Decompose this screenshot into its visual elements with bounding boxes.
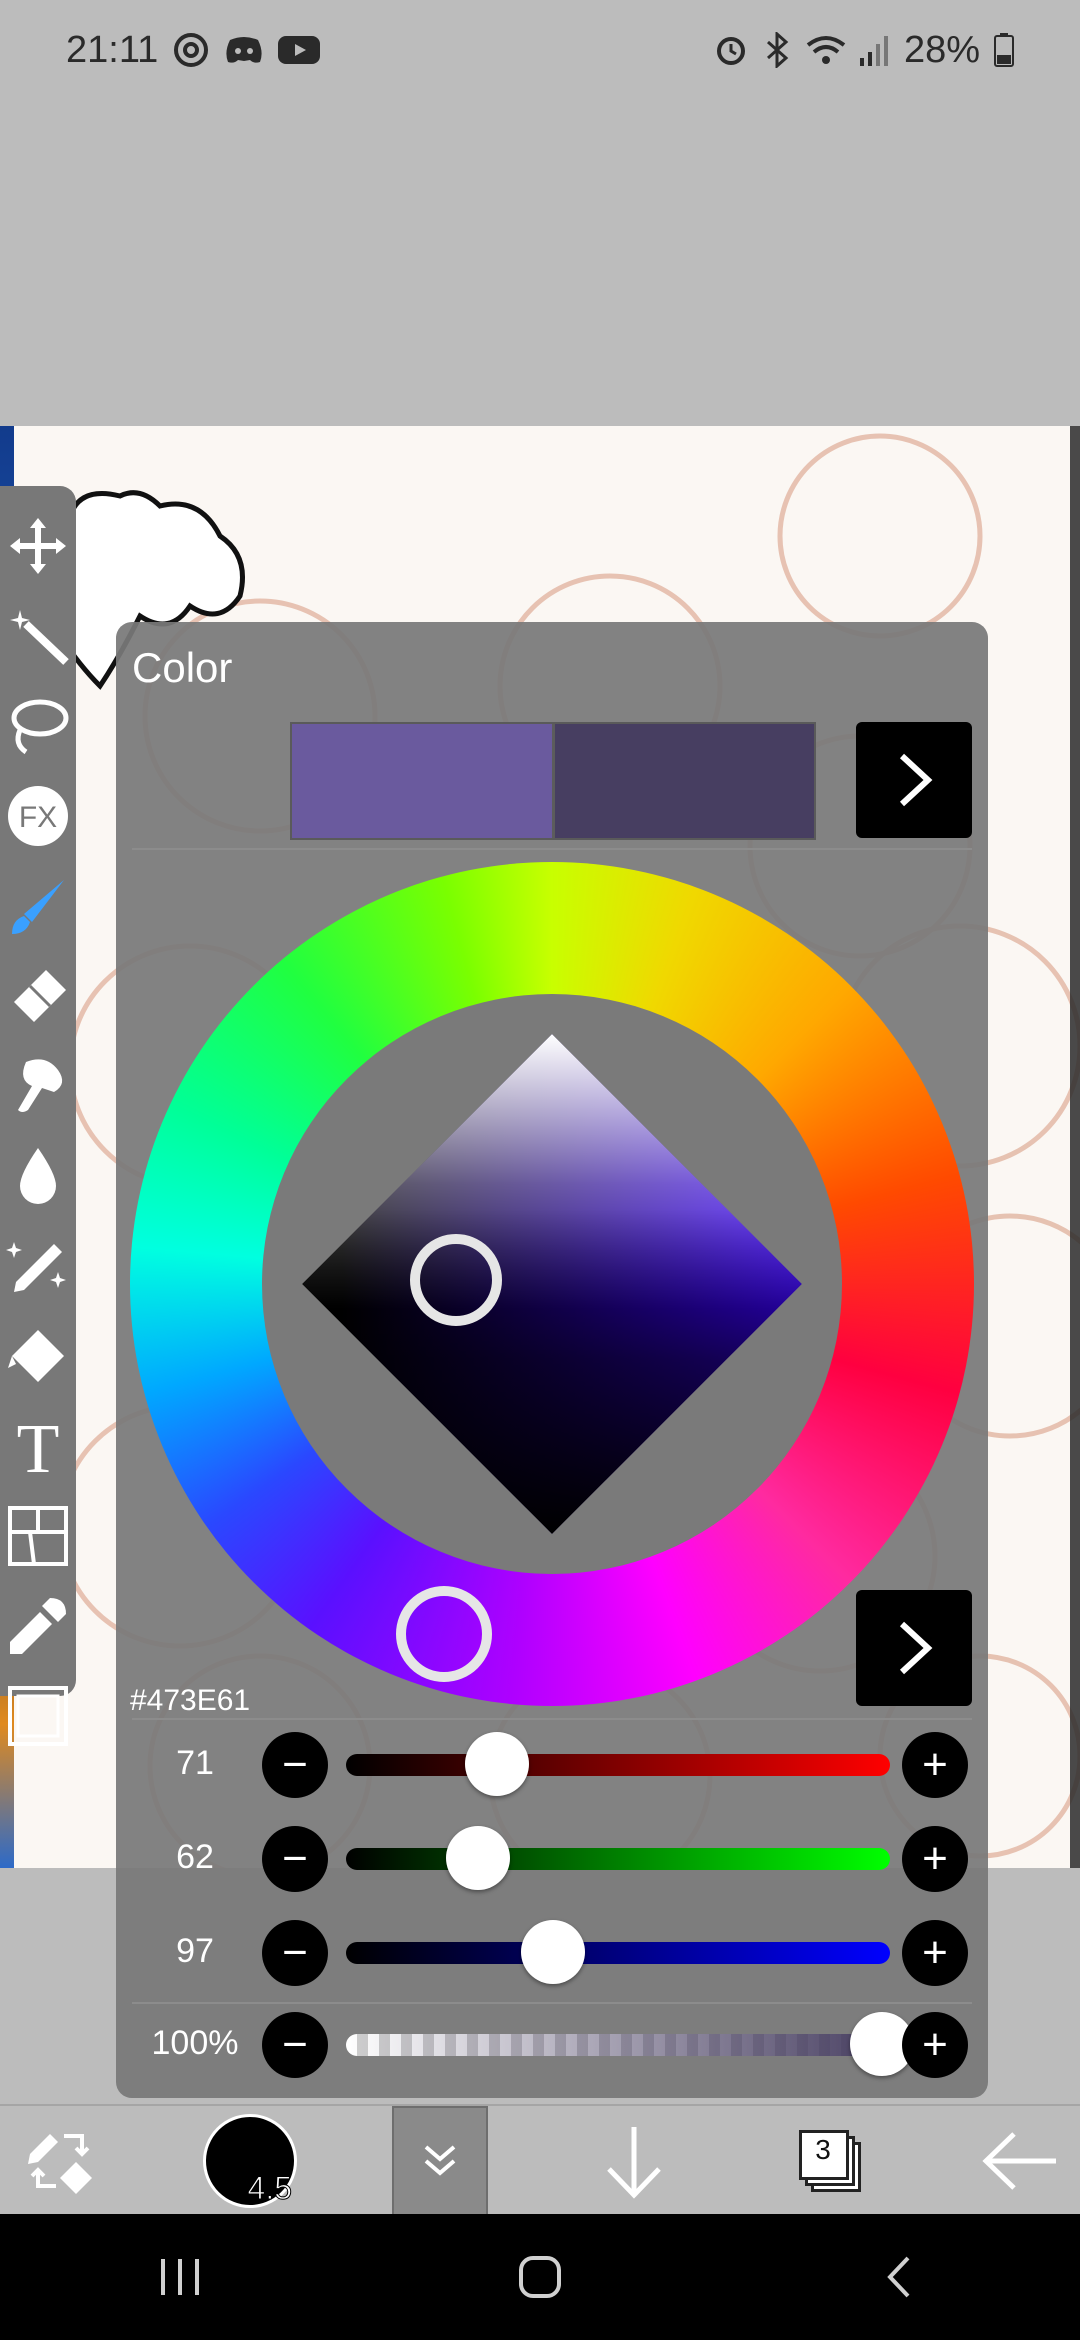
svg-text:T: T <box>17 1414 60 1478</box>
frame-divider-icon[interactable] <box>4 1504 72 1568</box>
arrow-left-icon <box>982 2132 1056 2190</box>
battery-icon <box>994 33 1014 67</box>
svg-text:FX: FX <box>19 801 57 834</box>
brush-size-indicator: 4.5 <box>203 2114 297 2208</box>
download-button[interactable] <box>584 2106 684 2216</box>
red-plus-button[interactable]: + <box>902 1732 968 1798</box>
red-minus-button[interactable]: − <box>262 1732 328 1798</box>
chevron-right-icon <box>899 753 933 807</box>
blue-plus-button[interactable]: + <box>902 1920 968 1986</box>
chevron-right-icon <box>899 1621 933 1675</box>
hex-value[interactable]: #473E61 <box>130 1684 250 1718</box>
arrow-down-icon <box>607 2127 661 2199</box>
system-back-button[interactable] <box>840 2237 960 2317</box>
magic-brush-icon[interactable] <box>4 1234 72 1298</box>
eraser-icon[interactable] <box>4 964 72 1028</box>
double-chevron-down-icon <box>424 2145 456 2176</box>
red-slider-track[interactable] <box>346 1754 890 1776</box>
green-slider-thumb[interactable] <box>446 1826 511 1890</box>
alarm-icon <box>714 33 748 67</box>
divider <box>132 1718 972 1720</box>
status-left: 21:11 <box>66 28 321 72</box>
green-slider-track[interactable] <box>346 1848 890 1870</box>
youtube-icon <box>278 34 321 66</box>
collapse-button[interactable] <box>392 2106 488 2216</box>
status-right: 28% <box>714 29 1014 72</box>
panel-title: Color <box>132 644 233 691</box>
discord-icon <box>224 34 264 66</box>
eyedropper-icon[interactable] <box>4 1594 72 1658</box>
battery-percent: 28% <box>903 28 980 71</box>
blue-value: 97 <box>176 1932 214 1970</box>
divider <box>132 2002 972 2004</box>
blue-slider-row: 97 − + <box>116 1918 988 1988</box>
back-button[interactable] <box>970 2106 1070 2216</box>
color-panel: Color #473E61 71 − + 62 − + 97 − + 100% … <box>116 622 988 2098</box>
opacity-value: 100% <box>151 2024 239 2062</box>
brush-size-button[interactable]: 4.5 <box>200 2106 300 2216</box>
bottom-toolbar: 4.5 3 <box>0 2104 1080 2216</box>
recent-apps-button[interactable] <box>120 2237 240 2317</box>
status-time: 21:11 <box>66 28 159 71</box>
blue-slider-thumb[interactable] <box>520 1920 585 1984</box>
layers-icon: 3 <box>797 2128 863 2194</box>
brush-icon[interactable] <box>4 874 72 938</box>
divider <box>132 848 972 850</box>
color-swatches <box>290 722 816 840</box>
opacity-slider-track[interactable] <box>346 2034 890 2056</box>
opacity-minus-button[interactable]: − <box>262 2012 328 2078</box>
color-expand-button[interactable] <box>856 722 972 838</box>
color-mode-button[interactable] <box>856 1590 972 1706</box>
layers-button[interactable]: 3 <box>780 2106 880 2216</box>
green-slider-row: 62 − + <box>116 1824 988 1894</box>
current-color-swatch[interactable] <box>292 724 555 838</box>
magic-wand-icon[interactable] <box>4 604 72 668</box>
wifi-icon <box>806 33 846 67</box>
home-button[interactable] <box>480 2237 600 2317</box>
color-wheel[interactable] <box>130 862 974 1706</box>
lasso-icon[interactable] <box>4 694 72 758</box>
text-icon[interactable]: T <box>4 1414 72 1478</box>
opacity-slider-row: 100% − + <box>116 2010 988 2080</box>
blue-minus-button[interactable]: − <box>262 1920 328 1986</box>
canvas-icon[interactable] <box>4 1684 72 1748</box>
blur-icon[interactable] <box>4 1144 72 1208</box>
red-value: 71 <box>176 1744 214 1782</box>
signal-icon <box>859 34 890 66</box>
smudge-icon[interactable] <box>4 1054 72 1118</box>
layer-count: 3 <box>815 2134 831 2165</box>
red-slider-thumb[interactable] <box>465 1732 530 1796</box>
swap-tools-button[interactable] <box>10 2106 110 2216</box>
brush-eraser-swap-icon <box>28 2134 92 2194</box>
chevron-left-icon <box>887 2256 910 2298</box>
home-icon <box>519 2256 561 2298</box>
bluetooth-icon <box>762 32 792 68</box>
status-bar: 21:11 28% <box>0 0 1080 100</box>
red-slider-row: 71 − + <box>116 1730 988 1800</box>
system-navigation-bar <box>0 2214 1080 2340</box>
green-minus-button[interactable]: − <box>262 1826 328 1892</box>
fx-icon[interactable]: FX <box>4 784 72 848</box>
move-tool-icon[interactable] <box>4 514 72 578</box>
previous-color-swatch[interactable] <box>554 724 814 838</box>
brush-size-value: 4.5 <box>247 2170 292 2207</box>
opacity-plus-button[interactable]: + <box>902 2012 968 2078</box>
threads-icon <box>172 31 210 69</box>
canvas-right-edge <box>1070 426 1080 1868</box>
tool-sidebar: FX T <box>0 486 76 1746</box>
recents-icon <box>161 2259 199 2295</box>
sv-picker-marker[interactable] <box>410 1234 502 1326</box>
hue-picker-marker[interactable] <box>396 1586 492 1682</box>
green-plus-button[interactable]: + <box>902 1826 968 1892</box>
fill-icon[interactable] <box>4 1324 72 1388</box>
blue-slider-track[interactable] <box>346 1942 890 1964</box>
green-value: 62 <box>176 1838 214 1876</box>
